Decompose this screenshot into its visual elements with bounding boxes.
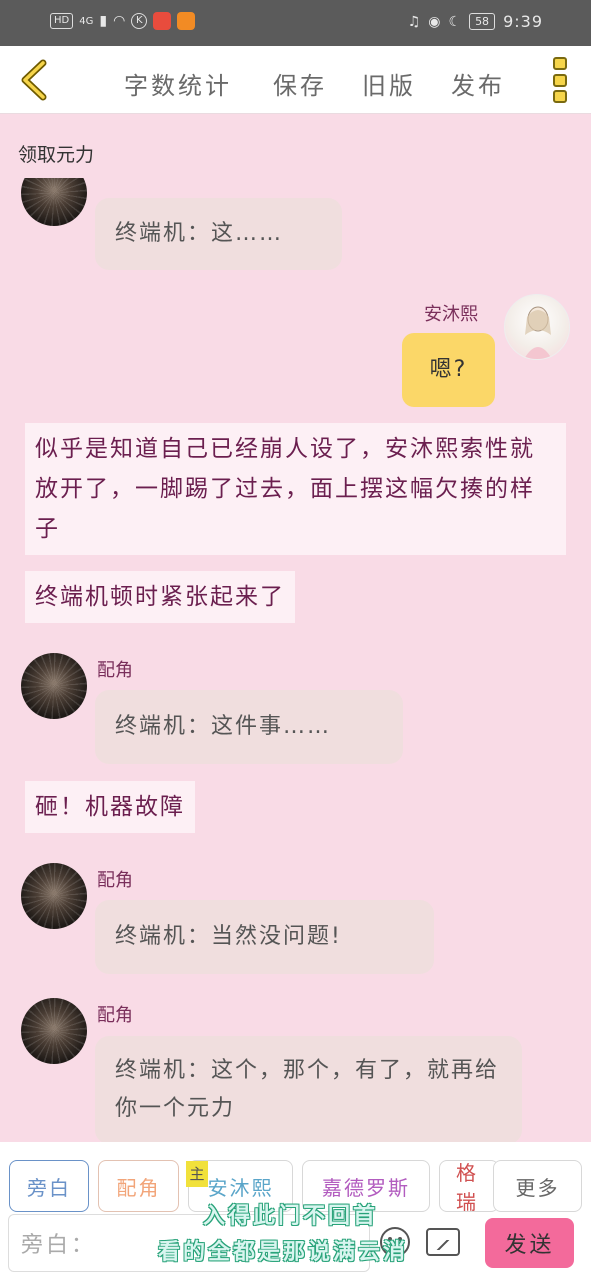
save-button[interactable]: 保存: [273, 66, 327, 101]
signal-icon: ▮: [99, 13, 108, 29]
notification-app-icon: [153, 12, 172, 30]
network-indicator: 4G: [79, 15, 94, 27]
menu-dot-icon: [553, 73, 567, 87]
message-bubble[interactable]: 终端机：这……: [95, 198, 342, 270]
moon-icon: ☾: [448, 13, 462, 30]
role-chip-narrator[interactable]: 旁白: [9, 1160, 89, 1212]
k-app-icon: K: [131, 13, 148, 29]
status-bar: HD 4G ▮ ◠ K ♫ ◉ ☾ 58 9:39: [0, 0, 591, 46]
headphones-icon: ♫: [407, 13, 421, 30]
menu-dot-icon: [553, 90, 567, 103]
image-icon[interactable]: [426, 1228, 460, 1256]
speaker-name: 配角: [97, 1005, 133, 1026]
message-bubble[interactable]: 终端机：这个，那个，有了，就再给你一个元力: [95, 1036, 522, 1142]
video-app-icon: [177, 12, 196, 30]
narration-block[interactable]: 似乎是知道自己已经崩人设了，安沐熙索性就放开了，一脚踢了过去，面上摆这幅欠揍的样…: [25, 423, 566, 555]
word-count-button[interactable]: 字数统计: [124, 66, 232, 101]
clock: 9:39: [503, 12, 543, 31]
back-button[interactable]: [12, 56, 56, 104]
narration-block[interactable]: 砸！机器故障: [25, 781, 195, 833]
supporting-avatar[interactable]: [21, 178, 87, 226]
self-message-bubble[interactable]: 嗯?: [402, 333, 495, 407]
supporting-avatar[interactable]: [21, 863, 87, 929]
speaker-name: 配角: [97, 870, 133, 891]
wifi-icon: ◠: [113, 13, 126, 29]
message-bubble[interactable]: 终端机：当然没问题!: [95, 900, 434, 974]
speaker-name: 配角: [97, 660, 133, 681]
more-menu-button[interactable]: [553, 57, 571, 103]
eye-icon: ◉: [428, 13, 441, 30]
claim-yuanli-link[interactable]: 领取元力: [18, 140, 94, 167]
send-button[interactable]: 发送: [485, 1218, 574, 1268]
battery-indicator: 58: [469, 13, 496, 30]
main-character-tag: 主: [186, 1161, 208, 1187]
more-roles-button[interactable]: 更多: [493, 1160, 582, 1212]
watermark-line2: 看的全都是那说满云消: [158, 1240, 409, 1265]
supporting-avatar[interactable]: [21, 998, 87, 1064]
girl-portrait-icon: [524, 306, 552, 359]
supporting-avatar[interactable]: [21, 653, 87, 719]
old-version-button[interactable]: 旧版: [362, 66, 416, 101]
publish-button[interactable]: 发布: [451, 66, 505, 101]
hd-indicator: HD: [50, 13, 74, 29]
role-chip-supporting[interactable]: 配角: [98, 1160, 179, 1212]
role-chip-gerui[interactable]: 格瑞: [439, 1160, 499, 1212]
editor-toolbar: 字数统计 保存 旧版 发布: [0, 46, 591, 114]
narration-block[interactable]: 终端机顿时紧张起来了: [25, 571, 295, 623]
message-bubble[interactable]: 终端机：这件事……: [95, 690, 403, 764]
menu-dot-icon: [553, 57, 567, 70]
back-arrow-icon: [21, 59, 47, 101]
anmuxi-avatar[interactable]: [504, 294, 570, 360]
watermark-line1: 入得此门不回首: [203, 1204, 379, 1229]
chat-area[interactable]: 终端机：这…… 安沐熙 嗯? 似乎是知道自己已经崩人设了，安沐熙索性就放开了，一…: [0, 178, 591, 1142]
speaker-name: 安沐熙: [424, 304, 478, 325]
